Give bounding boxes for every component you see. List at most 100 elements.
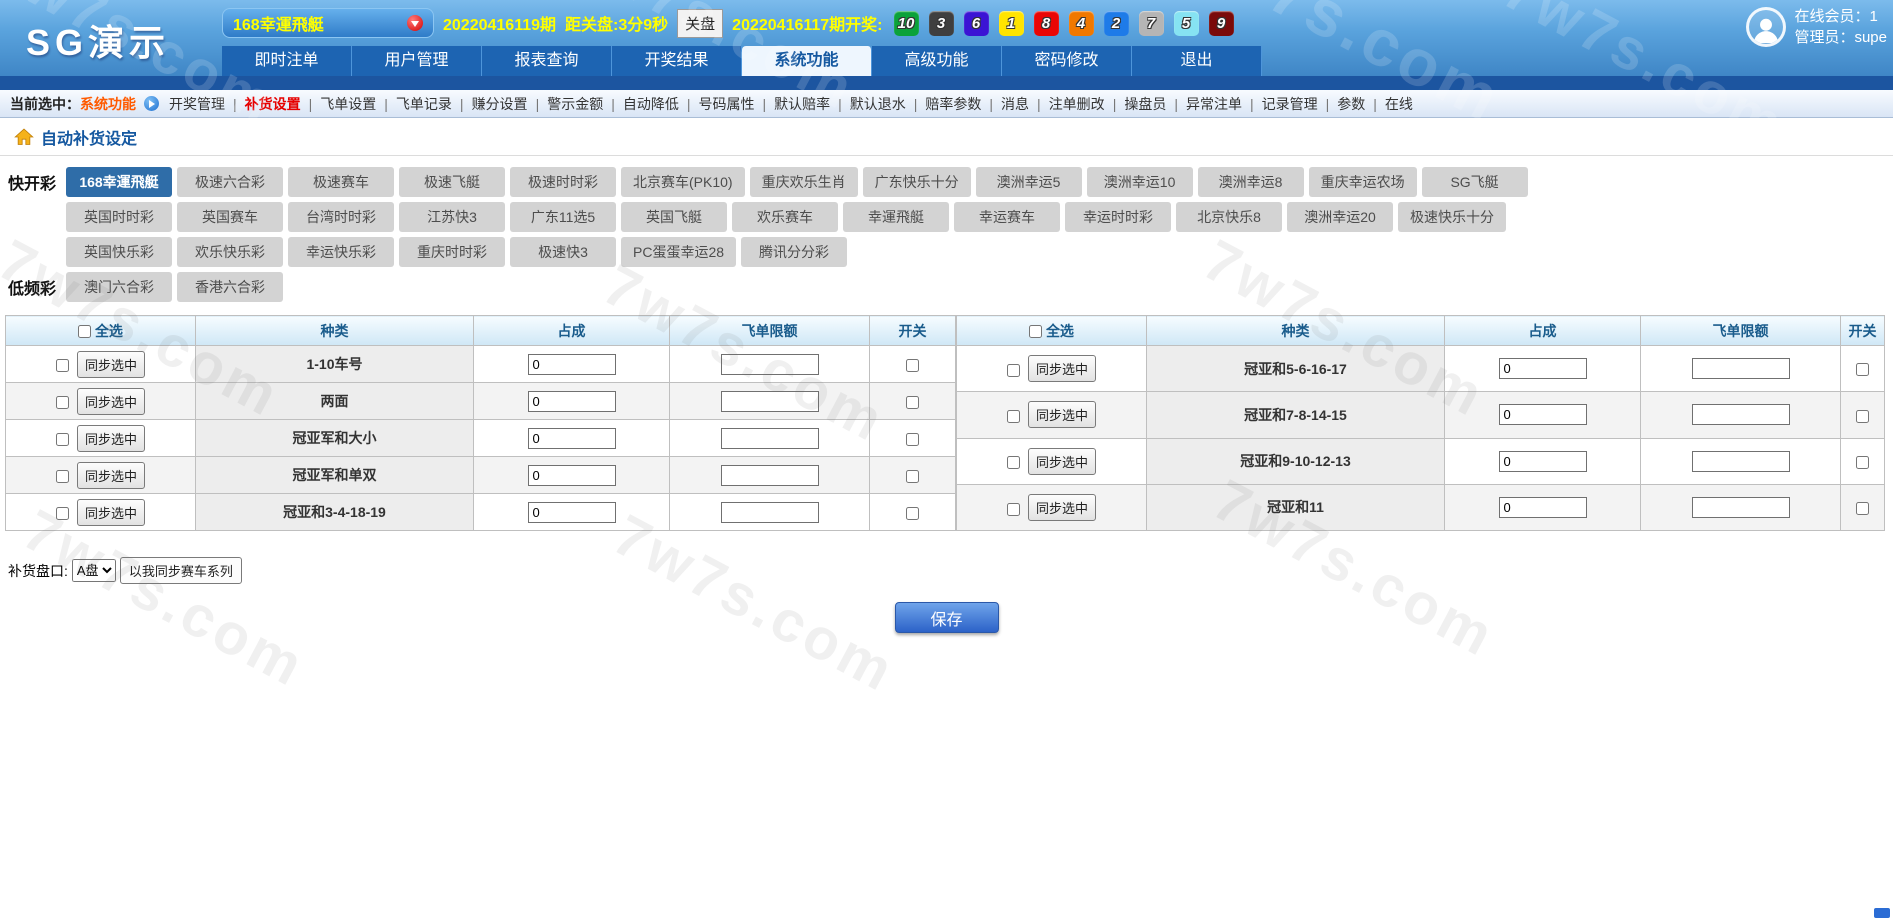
- switch-checkbox[interactable]: [1856, 502, 1869, 515]
- nav-tab[interactable]: 即时注单: [222, 46, 352, 76]
- lottery-button[interactable]: 欢乐快乐彩: [177, 237, 283, 267]
- sync-race-series-button[interactable]: 以我同步赛车系列: [120, 557, 242, 584]
- save-button[interactable]: 保存: [895, 602, 999, 633]
- stake-input[interactable]: [528, 502, 616, 523]
- subnav-link[interactable]: 警示金额: [528, 94, 604, 114]
- select-all-checkbox[interactable]: [1029, 325, 1042, 338]
- lottery-button[interactable]: 英国快乐彩: [66, 237, 172, 267]
- limit-input[interactable]: [721, 428, 819, 449]
- lottery-button[interactable]: 极速六合彩: [177, 167, 283, 197]
- sync-select-button[interactable]: 同步选中: [1028, 494, 1096, 521]
- sync-checkbox[interactable]: [1007, 456, 1020, 469]
- lottery-button[interactable]: 极速快乐十分: [1398, 202, 1506, 232]
- nav-tab[interactable]: 系统功能: [742, 46, 872, 76]
- stake-input[interactable]: [528, 465, 616, 486]
- nav-tab[interactable]: 退出: [1132, 46, 1262, 76]
- lottery-button[interactable]: 香港六合彩: [177, 272, 283, 302]
- lottery-button[interactable]: 北京快乐8: [1176, 202, 1282, 232]
- subnav-link[interactable]: 默认赔率: [754, 94, 830, 114]
- sync-checkbox[interactable]: [56, 359, 69, 372]
- lottery-button[interactable]: PC蛋蛋幸运28: [621, 237, 736, 267]
- sync-checkbox[interactable]: [1007, 410, 1020, 423]
- lottery-button[interactable]: 重庆欢乐生肖: [750, 167, 858, 197]
- lottery-button[interactable]: 重庆幸运农场: [1309, 167, 1417, 197]
- lottery-button[interactable]: 极速快3: [510, 237, 616, 267]
- stake-input[interactable]: [528, 354, 616, 375]
- lottery-button[interactable]: 幸运赛车: [954, 202, 1060, 232]
- subnav-link[interactable]: 消息: [981, 94, 1029, 114]
- stake-input[interactable]: [1499, 358, 1587, 379]
- stake-input[interactable]: [528, 428, 616, 449]
- lottery-button[interactable]: 极速时时彩: [510, 167, 616, 197]
- lottery-button[interactable]: SG飞艇: [1422, 167, 1528, 197]
- stake-input[interactable]: [1499, 497, 1587, 518]
- lottery-button[interactable]: 幸运时时彩: [1065, 202, 1171, 232]
- sync-checkbox[interactable]: [56, 396, 69, 409]
- nav-tab[interactable]: 报表查询: [482, 46, 612, 76]
- dropdown-arrow-icon[interactable]: [407, 15, 423, 31]
- stake-input[interactable]: [528, 391, 616, 412]
- lottery-button[interactable]: 重庆时时彩: [399, 237, 505, 267]
- nav-tab[interactable]: 用户管理: [352, 46, 482, 76]
- subnav-link[interactable]: 补货设置: [225, 94, 301, 114]
- lottery-button[interactable]: 腾讯分分彩: [741, 237, 847, 267]
- sync-select-button[interactable]: 同步选中: [1028, 355, 1096, 382]
- limit-input[interactable]: [1692, 497, 1790, 518]
- expand-arrow-icon[interactable]: [144, 96, 159, 111]
- limit-input[interactable]: [721, 502, 819, 523]
- sync-select-button[interactable]: 同步选中: [1028, 448, 1096, 475]
- close-market-button[interactable]: 关盘: [677, 9, 723, 38]
- sync-checkbox[interactable]: [56, 470, 69, 483]
- sync-checkbox[interactable]: [56, 433, 69, 446]
- limit-input[interactable]: [721, 354, 819, 375]
- nav-tab[interactable]: 高级功能: [872, 46, 1002, 76]
- subnav-link[interactable]: 自动降低: [603, 94, 679, 114]
- switch-checkbox[interactable]: [906, 433, 919, 446]
- sync-checkbox[interactable]: [56, 507, 69, 520]
- subnav-link[interactable]: 注单删改: [1029, 94, 1105, 114]
- lottery-button[interactable]: 英国飞艇: [621, 202, 727, 232]
- lottery-button[interactable]: 欢乐赛车: [732, 202, 838, 232]
- switch-checkbox[interactable]: [1856, 410, 1869, 423]
- lottery-button[interactable]: 澳洲幸运5: [976, 167, 1082, 197]
- lottery-button[interactable]: 英国时时彩: [66, 202, 172, 232]
- sync-checkbox[interactable]: [1007, 503, 1020, 516]
- stake-input[interactable]: [1499, 404, 1587, 425]
- subnav-link[interactable]: 飞单设置: [301, 94, 377, 114]
- subnav-link[interactable]: 开奖管理: [169, 94, 225, 114]
- lottery-button[interactable]: 北京赛车(PK10): [621, 167, 745, 197]
- sync-select-button[interactable]: 同步选中: [77, 499, 145, 526]
- lottery-button[interactable]: 江苏快3: [399, 202, 505, 232]
- lottery-button[interactable]: 澳洲幸运8: [1198, 167, 1304, 197]
- lottery-button[interactable]: 广东快乐十分: [863, 167, 971, 197]
- sync-select-button[interactable]: 同步选中: [77, 351, 145, 378]
- lottery-button[interactable]: 英国赛车: [177, 202, 283, 232]
- subnav-link[interactable]: 号码属性: [679, 94, 755, 114]
- lottery-button[interactable]: 澳门六合彩: [66, 272, 172, 302]
- switch-checkbox[interactable]: [906, 359, 919, 372]
- sync-select-button[interactable]: 同步选中: [77, 462, 145, 489]
- subnav-link[interactable]: 默认退水: [830, 94, 906, 114]
- subnav-link[interactable]: 飞单记录: [376, 94, 452, 114]
- subnav-link[interactable]: 赚分设置: [452, 94, 528, 114]
- lottery-button[interactable]: 幸運飛艇: [843, 202, 949, 232]
- switch-checkbox[interactable]: [1856, 456, 1869, 469]
- stake-input[interactable]: [1499, 451, 1587, 472]
- limit-input[interactable]: [721, 391, 819, 412]
- subnav-link[interactable]: 记录管理: [1242, 94, 1318, 114]
- lottery-button[interactable]: 澳洲幸运10: [1087, 167, 1193, 197]
- limit-input[interactable]: [1692, 451, 1790, 472]
- subnav-link[interactable]: 在线: [1365, 94, 1413, 114]
- subnav-link[interactable]: 赔率参数: [906, 94, 982, 114]
- lottery-select[interactable]: 168幸運飛艇: [222, 8, 434, 38]
- lottery-button[interactable]: 台湾时时彩: [288, 202, 394, 232]
- subnav-link[interactable]: 异常注单: [1166, 94, 1242, 114]
- sync-select-button[interactable]: 同步选中: [77, 425, 145, 452]
- switch-checkbox[interactable]: [906, 470, 919, 483]
- lottery-button[interactable]: 幸运快乐彩: [288, 237, 394, 267]
- market-select[interactable]: A盘: [72, 559, 116, 582]
- subnav-link[interactable]: 参数: [1318, 94, 1366, 114]
- limit-input[interactable]: [1692, 404, 1790, 425]
- select-all-checkbox[interactable]: [78, 325, 91, 338]
- sync-select-button[interactable]: 同步选中: [77, 388, 145, 415]
